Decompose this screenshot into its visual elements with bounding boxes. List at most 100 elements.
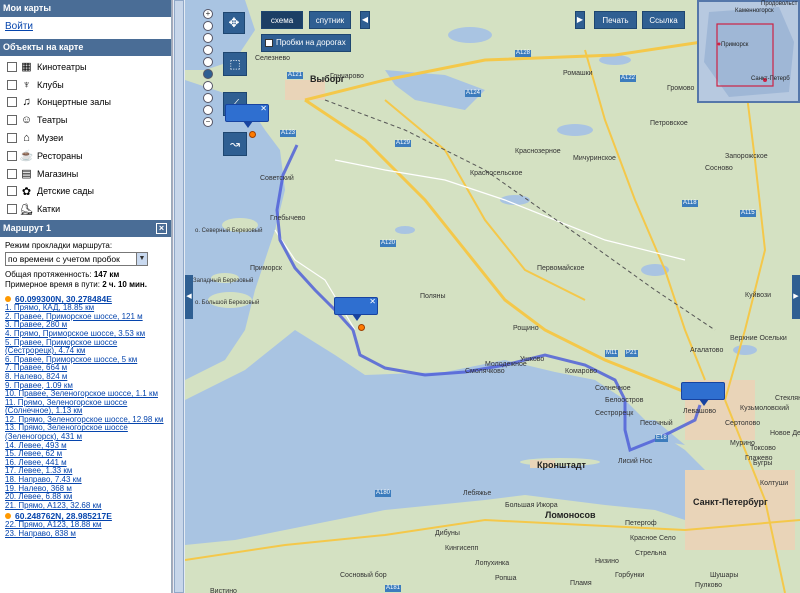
map-canvas[interactable]: Выборг Санкт-Петербург Кронштадт Ломоносов С… xyxy=(185,0,800,593)
object-label: Магазины xyxy=(37,168,79,179)
place-label: Глажево xyxy=(745,455,773,462)
place-label: Низино xyxy=(595,558,619,565)
object-filter-item[interactable]: ⌂ Музеи xyxy=(7,129,171,147)
route-steps-a: 1. Прямо, КАД, 18.85 км 2. Правее, Примор… xyxy=(5,303,166,511)
route-step[interactable]: 21. Прямо, A123, 32.68 км xyxy=(5,501,166,511)
zoom-out-button[interactable]: − xyxy=(203,117,213,127)
object-checkbox[interactable] xyxy=(7,79,17,90)
object-label: Концертные залы xyxy=(37,97,112,108)
close-icon[interactable]: ✕ xyxy=(260,104,267,113)
road-number-label: A122 xyxy=(620,75,637,82)
expand-right-tab[interactable]: ▶ xyxy=(792,275,800,319)
island-label: о. Большой Березовый xyxy=(195,300,260,306)
print-button[interactable]: Печать xyxy=(594,11,637,29)
login-area: Войти xyxy=(0,17,171,39)
zoom-level-dot[interactable] xyxy=(203,69,213,79)
route-step-link[interactable]: 21. Прямо, A123, 32.68 км xyxy=(5,501,102,510)
route-summary: Общая протяженность: 147 км Примерное вр… xyxy=(5,270,166,289)
place-label: Кузьмоловский xyxy=(740,405,790,412)
route-point-icon[interactable] xyxy=(249,131,256,138)
route-step[interactable]: 5. Правее, Приморское шоссе (Сестрорецк)… xyxy=(5,338,166,356)
place-label: Белоостров xyxy=(605,397,644,404)
zoom-control[interactable]: + − xyxy=(202,9,214,127)
close-icon[interactable]: ✕ xyxy=(369,297,376,306)
place-label: Комарово xyxy=(565,368,597,375)
overview-label: Продовольст xyxy=(761,1,798,7)
zoom-level-dot[interactable] xyxy=(203,21,213,31)
road-number-label: A128 xyxy=(515,50,532,57)
object-filter-item[interactable]: ⛸ Катки xyxy=(7,200,171,218)
object-label: Музеи xyxy=(37,133,64,144)
route-mode-value: по времени с учетом пробок xyxy=(8,254,120,265)
zoom-level-dot[interactable] xyxy=(203,93,213,103)
route-step-link[interactable]: 11. Прямо, Зеленогорское шоссе (Солнечно… xyxy=(5,398,127,416)
object-filter-item[interactable]: ☺ Театры xyxy=(7,111,171,129)
overview-minimap[interactable]: Каменногорск Приморск Санкт-Петерб Продовол… xyxy=(697,0,800,103)
road-number-label: A124 xyxy=(465,90,482,97)
object-label: Клубы xyxy=(37,79,64,90)
object-checkbox[interactable] xyxy=(7,61,17,72)
object-checkbox[interactable] xyxy=(7,186,17,197)
pan-control[interactable]: ✥ xyxy=(223,12,245,34)
route-marker-waypoint[interactable]: ✕ xyxy=(334,297,378,321)
place-label: Стеклянный xyxy=(775,395,800,402)
scheme-button[interactable]: схема xyxy=(261,11,303,29)
object-checkbox[interactable] xyxy=(7,204,17,215)
zoom-level-dot[interactable] xyxy=(203,33,213,43)
object-filter-item[interactable]: ▤ Магазины xyxy=(7,165,171,183)
zoom-level-dot[interactable] xyxy=(203,105,213,115)
collapse-right-button[interactable]: ▶ xyxy=(575,11,585,29)
zoom-level-dot[interactable] xyxy=(203,45,213,55)
select-area-tool[interactable]: ⬚ xyxy=(223,52,247,76)
route-step[interactable]: 23. Направо, 838 м xyxy=(5,529,166,539)
place-label: Пламя xyxy=(570,580,592,587)
route-tool[interactable]: ↝ xyxy=(223,132,247,156)
route-icon: ↝ xyxy=(229,137,241,151)
route-step[interactable]: 11. Прямо, Зеленогорское шоссе (Солнечно… xyxy=(5,398,166,416)
place-label: Первомайское xyxy=(537,265,585,272)
objects-header: Объекты на карте xyxy=(0,39,171,56)
place-label: Ропша xyxy=(495,575,517,582)
chevron-down-icon[interactable]: ▼ xyxy=(136,253,147,266)
object-filter-item[interactable]: ♫ Концертные залы xyxy=(7,94,171,112)
object-checkbox[interactable] xyxy=(7,97,17,108)
sidebar-scrollbar[interactable] xyxy=(172,0,185,593)
link-button[interactable]: Ссылка xyxy=(642,11,685,29)
object-checkbox[interactable] xyxy=(7,150,17,161)
route-step-link[interactable]: 5. Правее, Приморское шоссе (Сестрорецк)… xyxy=(5,338,117,356)
collapse-left-button[interactable]: ◀ xyxy=(360,11,370,29)
expand-sidebar-tab[interactable]: ◀ xyxy=(185,275,193,319)
object-filter-item[interactable]: ✿ Детские сады xyxy=(7,183,171,201)
island-label: о. Северный Березовый xyxy=(195,228,263,234)
start-marker-icon xyxy=(5,296,11,303)
traffic-checkbox[interactable] xyxy=(265,39,273,47)
route-marker-start[interactable]: ✕ xyxy=(225,104,269,128)
route-mode-select[interactable]: по времени с учетом пробок ▼ xyxy=(5,252,148,267)
route-marker-end[interactable] xyxy=(681,382,725,406)
place-label: Приморск xyxy=(250,265,282,272)
concert-icon: ♫ xyxy=(22,96,31,109)
traffic-toggle[interactable]: Пробки на дорогах xyxy=(261,34,351,52)
object-filter-item[interactable]: ♆ Клубы xyxy=(7,76,171,94)
object-checkbox[interactable] xyxy=(7,168,17,179)
zoom-in-button[interactable]: + xyxy=(203,9,213,19)
route-point-icon[interactable] xyxy=(358,324,365,331)
satellite-button[interactable]: спутник xyxy=(309,11,351,29)
route-step[interactable]: 13. Прямо, Зеленогорское шоссе (Зеленого… xyxy=(5,424,166,441)
road-number-label: A129 xyxy=(395,140,412,147)
chevron-right-icon: ▶ xyxy=(576,15,584,24)
login-link[interactable]: Войти xyxy=(5,21,33,32)
route-step-link[interactable]: 23. Направо, 838 м xyxy=(5,529,76,538)
object-checkbox[interactable] xyxy=(7,115,17,126)
object-checkbox[interactable] xyxy=(7,133,17,144)
route-step-link[interactable]: 13. Прямо, Зеленогорское шоссе (Зеленого… xyxy=(5,423,128,441)
place-label: Глебычево xyxy=(270,215,306,222)
road-number-label: A123 xyxy=(280,130,297,137)
scrollbar-thumb[interactable] xyxy=(174,0,184,593)
zoom-level-dot[interactable] xyxy=(203,81,213,91)
object-filter-item[interactable]: ▦ Кинотеатры xyxy=(7,58,171,76)
overview-map-graphic xyxy=(699,2,798,101)
route-close-button[interactable]: × xyxy=(156,223,167,235)
zoom-level-dot[interactable] xyxy=(203,57,213,67)
object-filter-item[interactable]: ☕ Рестораны xyxy=(7,147,171,165)
